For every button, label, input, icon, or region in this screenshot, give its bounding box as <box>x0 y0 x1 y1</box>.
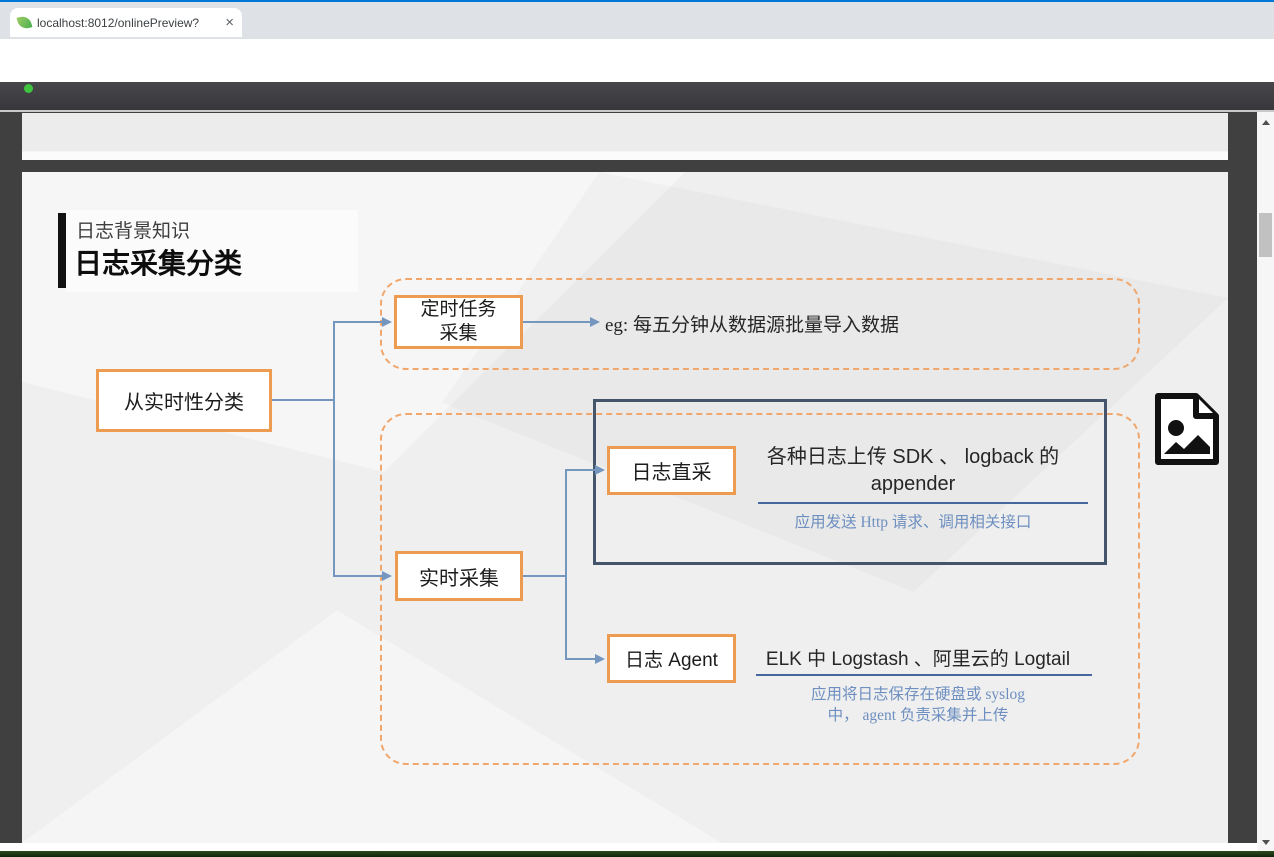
scroll-down-button[interactable] <box>1257 834 1274 851</box>
broken-image-placeholder <box>1152 392 1222 468</box>
title-accent-bar <box>58 213 66 288</box>
connector-line <box>272 399 335 401</box>
agent-note-line2: 中， agent 负责采集并上传 <box>738 705 1098 726</box>
pdf-page-4: 日志背景知识 日志采集分类 从实时性分类 定时任务 采集 eg: 每五分钟从数据… <box>22 172 1228 843</box>
connector-line <box>565 469 596 471</box>
pdf-toolbar <box>0 82 1274 110</box>
pdf-toolbar-border <box>0 110 1274 112</box>
status-green-dot <box>24 84 33 93</box>
browser-tab[interactable]: localhost:8012/onlinePreview? × <box>10 8 242 37</box>
tab-title: localhost:8012/onlinePreview? <box>37 16 219 30</box>
connector-arrowhead <box>595 654 605 664</box>
scroll-up-button[interactable] <box>1257 114 1274 131</box>
node-agent: 日志 Agent <box>607 634 736 683</box>
scroll-down-icon <box>1262 840 1270 845</box>
connector-line <box>523 321 590 323</box>
agent-desc: ELK 中 Logstash 、阿里云的 Logtail <box>738 646 1098 673</box>
browser-toolbar <box>0 39 1274 82</box>
node-realtime: 实时采集 <box>395 551 523 601</box>
window-accent-border <box>0 0 1274 2</box>
node-scheduled: 定时任务 采集 <box>394 295 523 349</box>
connector-arrowhead <box>595 465 605 475</box>
tab-close-icon[interactable]: × <box>225 15 234 30</box>
slide-subtitle: 日志背景知识 <box>76 216 190 243</box>
agent-note: 应用将日志保存在硬盘或 syslog 中， agent 负责采集并上传 <box>738 684 1098 726</box>
connector-arrowhead <box>382 571 392 581</box>
direct-desc: 各种日志上传 SDK 、 logback 的 appender <box>738 444 1088 498</box>
spring-leaf-favicon <box>17 15 33 31</box>
divider-line <box>756 674 1092 676</box>
node-direct: 日志直采 <box>607 446 736 495</box>
direct-note: 应用发送 Http 请求、调用相关接口 <box>738 512 1088 533</box>
scroll-up-icon <box>1262 120 1270 125</box>
pdf-page-3-bottom <box>22 113 1228 160</box>
node-scheduled-line1: 定时任务 <box>420 298 496 322</box>
connector-line <box>333 575 382 577</box>
connector-line <box>565 469 567 659</box>
agent-note-line1: 应用将日志保存在硬盘或 syslog <box>738 684 1098 705</box>
vertical-scrollbar[interactable] <box>1257 112 1274 851</box>
node-root: 从实时性分类 <box>96 369 272 432</box>
scrollbar-thumb[interactable] <box>1259 213 1272 257</box>
connector-line <box>333 321 335 577</box>
direct-desc-line2: appender <box>738 471 1088 498</box>
divider-line <box>758 502 1088 504</box>
node-scheduled-line2: 采集 <box>439 322 477 346</box>
connector-line <box>333 321 382 323</box>
image-placeholder-icon <box>1152 392 1222 468</box>
scheduled-example-text: eg: 每五分钟从数据源批量导入数据 <box>605 310 899 337</box>
connector-arrowhead <box>590 317 600 327</box>
slide-title: 日志采集分类 <box>74 242 242 282</box>
taskbar-edge <box>0 851 1274 857</box>
connector-line <box>523 575 565 577</box>
connector-arrowhead <box>382 317 392 327</box>
direct-desc-line1: 各种日志上传 SDK 、 logback 的 <box>738 444 1088 471</box>
connector-line <box>565 658 596 660</box>
